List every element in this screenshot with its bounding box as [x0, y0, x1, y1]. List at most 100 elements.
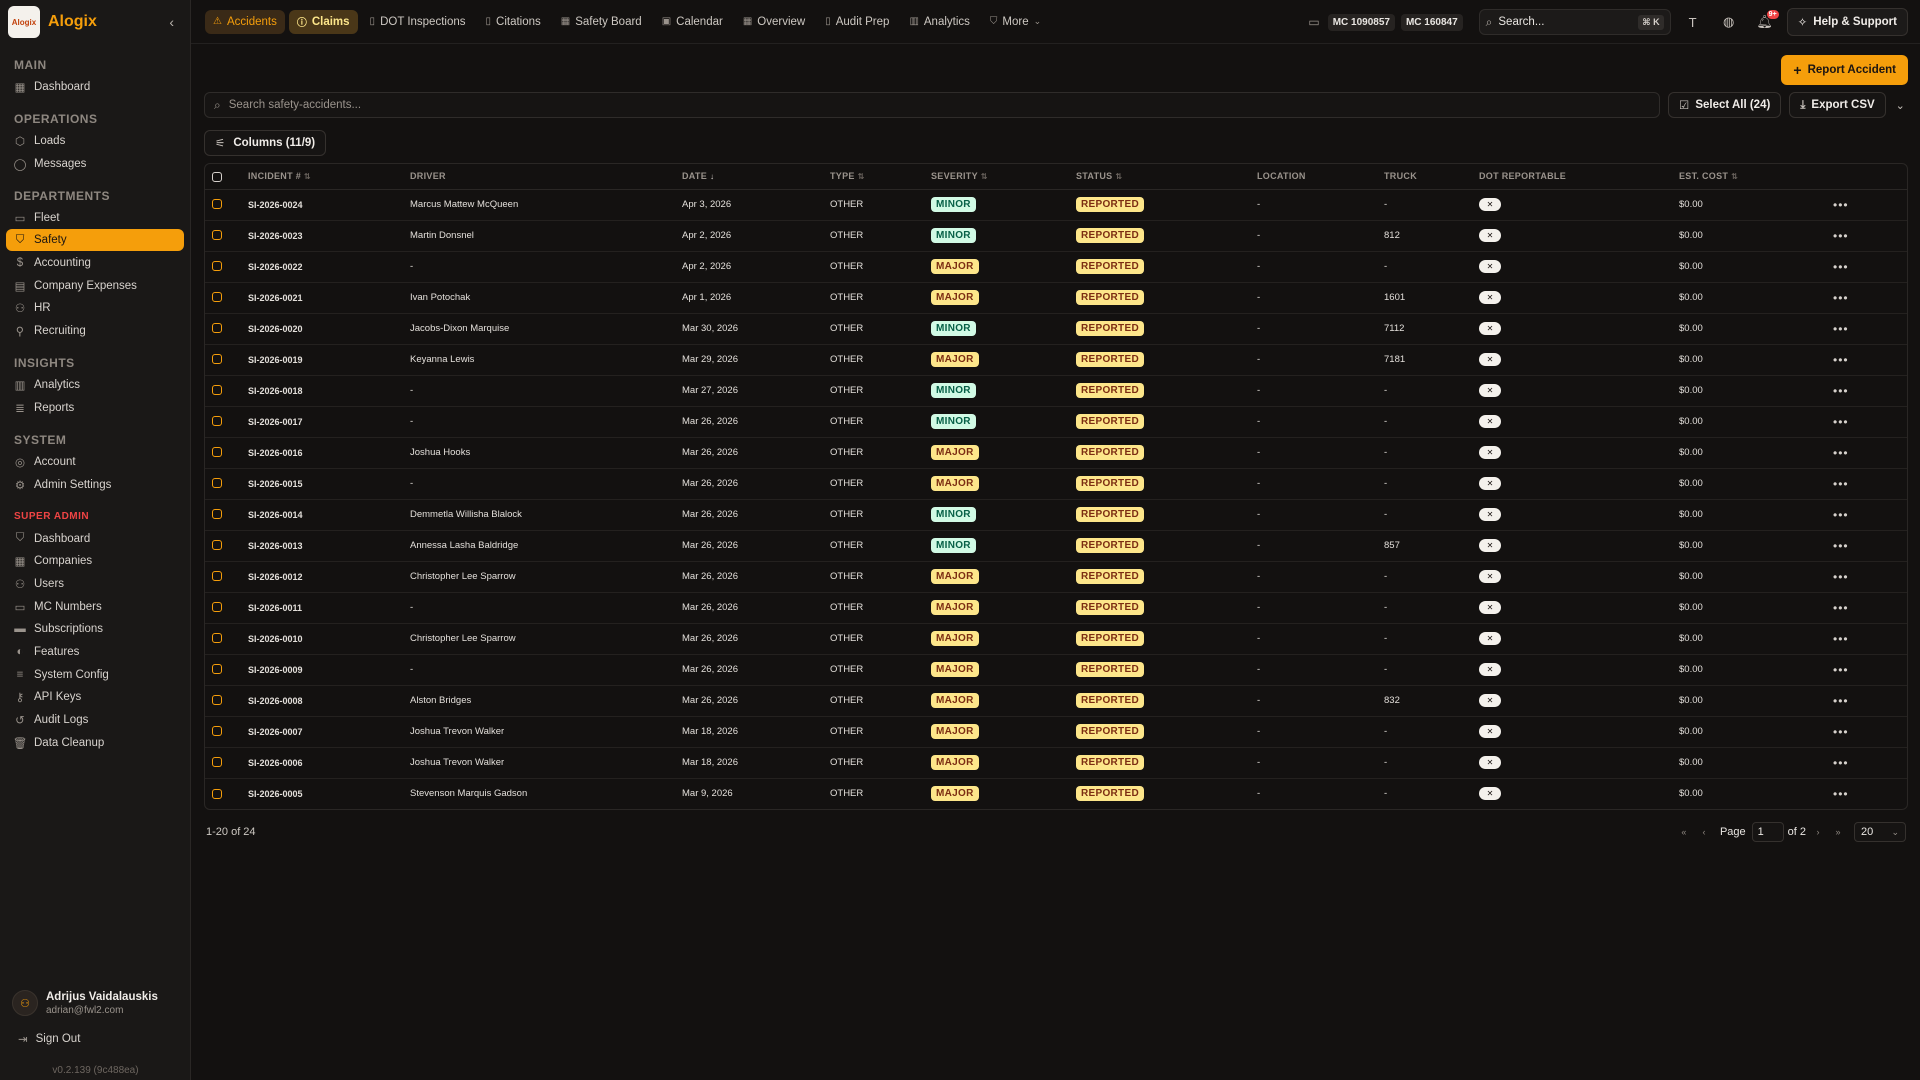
more-horizontal-icon[interactable]: ••• [1833, 291, 1849, 305]
mc-badge-2[interactable]: MC 160847 [1400, 13, 1463, 31]
sidebar-item-recruiting[interactable]: ⚲ Recruiting [6, 320, 184, 342]
incident-number[interactable]: SI-2026-0018 [248, 375, 410, 407]
more-horizontal-icon[interactable]: ••• [1833, 477, 1849, 491]
row-checkbox[interactable] [212, 695, 222, 706]
sidebar-item-dashboard[interactable]: ▦ Dashboard [6, 76, 184, 98]
row-checkbox[interactable] [212, 385, 222, 396]
table-row[interactable]: SI-2026-0019 Keyanna Lewis Mar 29, 2026 … [205, 344, 1907, 376]
row-checkbox[interactable] [212, 292, 222, 303]
export-csv-button[interactable]: ⤓ Export CSV [1789, 92, 1886, 118]
sidebar-item-api-keys[interactable]: ⚷ API Keys [6, 686, 184, 708]
incident-number[interactable]: SI-2026-0019 [248, 344, 410, 376]
row-checkbox[interactable] [212, 199, 222, 210]
incident-number[interactable]: SI-2026-0012 [248, 561, 410, 593]
page-size-select[interactable]: 20 ⌄ [1854, 822, 1906, 842]
row-checkbox[interactable] [212, 447, 222, 458]
tab-dot-inspections[interactable]: ▯ DOT Inspections [362, 10, 474, 34]
more-horizontal-icon[interactable]: ••• [1833, 198, 1849, 212]
more-horizontal-icon[interactable]: ••• [1833, 508, 1849, 522]
sidebar-item-accounting[interactable]: $ Accounting [6, 252, 184, 274]
sidebar-item-system-config[interactable]: ≡ System Config [6, 664, 184, 686]
more-horizontal-icon[interactable]: ••• [1833, 725, 1849, 739]
tab-more[interactable]: ⛉ More ⌄ [982, 10, 1049, 34]
more-horizontal-icon[interactable]: ••• [1833, 570, 1849, 584]
sidebar-item-users[interactable]: ⚇ Users [6, 573, 184, 595]
incident-number[interactable]: SI-2026-0011 [248, 592, 410, 624]
incident-number[interactable]: SI-2026-0023 [248, 220, 410, 252]
chevron-left-icon[interactable]: ‹ [169, 14, 174, 30]
incident-number[interactable]: SI-2026-0021 [248, 282, 410, 314]
more-horizontal-icon[interactable]: ••• [1833, 539, 1849, 553]
tab-calendar[interactable]: ▣ Calendar [654, 10, 731, 34]
table-row[interactable]: SI-2026-0018 - Mar 27, 2026 OTHER MINOR … [205, 375, 1907, 407]
tab-analytics[interactable]: ▥ Analytics [901, 10, 977, 34]
page-number-input[interactable] [1751, 822, 1784, 842]
last-page-icon[interactable]: » [1830, 824, 1846, 840]
sidebar-item-admin-settings[interactable]: ⚙ Admin Settings [6, 474, 184, 496]
sidebar-item-hr[interactable]: ⚇ HR [6, 297, 184, 319]
prev-page-icon[interactable]: ‹ [1696, 824, 1712, 840]
sidebar-item-analytics[interactable]: ▥ Analytics [6, 374, 184, 396]
sidebar-item-subscriptions[interactable]: ▬ Subscriptions [6, 618, 184, 640]
table-row[interactable]: SI-2026-0024 Marcus Mattew McQueen Apr 3… [205, 189, 1907, 221]
incident-number[interactable]: SI-2026-0006 [248, 747, 410, 779]
tab-overview[interactable]: ▦ Overview [735, 10, 813, 34]
incident-number[interactable]: SI-2026-0010 [248, 623, 410, 655]
theme-button[interactable]: ◍ [1715, 8, 1743, 36]
header-status[interactable]: STATUS ⇅ [1076, 164, 1257, 190]
incident-number[interactable]: SI-2026-0009 [248, 654, 410, 686]
incident-number[interactable]: SI-2026-0015 [248, 468, 410, 500]
incident-number[interactable]: SI-2026-0005 [248, 778, 410, 809]
sidebar-item-features[interactable]: ◐ Features [6, 641, 184, 663]
table-row[interactable]: SI-2026-0012 Christopher Lee Sparrow Mar… [205, 561, 1907, 593]
more-horizontal-icon[interactable]: ••• [1833, 694, 1849, 708]
sidebar-item-companies[interactable]: ▦ Companies [6, 550, 184, 572]
table-row[interactable]: SI-2026-0009 - Mar 26, 2026 OTHER MAJOR … [205, 654, 1907, 686]
header-date[interactable]: DATE ↓ [682, 164, 830, 190]
row-checkbox[interactable] [212, 757, 222, 768]
row-checkbox[interactable] [212, 571, 222, 582]
more-horizontal-icon[interactable]: ••• [1833, 601, 1849, 615]
more-horizontal-icon[interactable]: ••• [1833, 756, 1849, 770]
more-horizontal-icon[interactable]: ••• [1833, 632, 1849, 646]
row-checkbox[interactable] [212, 633, 222, 644]
text-size-button[interactable]: T [1679, 8, 1707, 36]
more-horizontal-icon[interactable]: ••• [1833, 229, 1849, 243]
more-horizontal-icon[interactable]: ••• [1833, 446, 1849, 460]
more-horizontal-icon[interactable]: ••• [1833, 353, 1849, 367]
row-checkbox[interactable] [212, 230, 222, 241]
more-horizontal-icon[interactable]: ••• [1833, 663, 1849, 677]
table-row[interactable]: SI-2026-0021 Ivan Potochak Apr 1, 2026 O… [205, 282, 1907, 314]
sidebar-item-fleet[interactable]: ▭ Fleet [6, 207, 184, 229]
more-horizontal-icon[interactable]: ••• [1833, 415, 1849, 429]
brand-logo[interactable]: Alogix [8, 6, 40, 38]
tab-claims[interactable]: ⓘ Claims [288, 9, 358, 34]
first-page-icon[interactable]: « [1676, 824, 1692, 840]
incident-number[interactable]: SI-2026-0007 [248, 716, 410, 748]
table-row[interactable]: SI-2026-0010 Christopher Lee Sparrow Mar… [205, 623, 1907, 655]
sidebar-item-account[interactable]: ◎ Account [6, 451, 184, 473]
row-checkbox[interactable] [212, 416, 222, 427]
row-checkbox[interactable] [212, 261, 222, 272]
incident-number[interactable]: SI-2026-0014 [248, 499, 410, 531]
row-checkbox[interactable] [212, 788, 222, 799]
more-horizontal-icon[interactable]: ••• [1833, 787, 1849, 801]
row-checkbox[interactable] [212, 323, 222, 334]
mc-badge-1[interactable]: MC 1090857 [1327, 13, 1395, 31]
user-profile[interactable]: ⚇ Adrijus Vaidalauskis adrian@fwl2.com [0, 990, 191, 1016]
table-row[interactable]: SI-2026-0023 Martin Donsnel Apr 2, 2026 … [205, 220, 1907, 252]
row-checkbox[interactable] [212, 354, 222, 365]
header-severity[interactable]: SEVERITY ⇅ [931, 164, 1076, 190]
table-row[interactable]: SI-2026-0014 Demmetla Willisha Blalock M… [205, 499, 1907, 531]
tab-safety-board[interactable]: ▦ Safety Board [553, 10, 650, 34]
row-checkbox[interactable] [212, 664, 222, 675]
tab-citations[interactable]: ▯ Citations [478, 10, 549, 34]
more-horizontal-icon[interactable]: ••• [1833, 260, 1849, 274]
row-checkbox[interactable] [212, 602, 222, 613]
header-incident[interactable]: INCIDENT # ⇅ [248, 164, 410, 190]
notifications-button[interactable]: 🔔︎ 9+ [1751, 8, 1779, 36]
table-row[interactable]: SI-2026-0008 Alston Bridges Mar 26, 2026… [205, 685, 1907, 717]
sidebar-item-mc-numbers[interactable]: ▭ MC Numbers [6, 596, 184, 618]
sidebar-item-safety[interactable]: ⛉ Safety [6, 229, 184, 252]
row-checkbox[interactable] [212, 478, 222, 489]
